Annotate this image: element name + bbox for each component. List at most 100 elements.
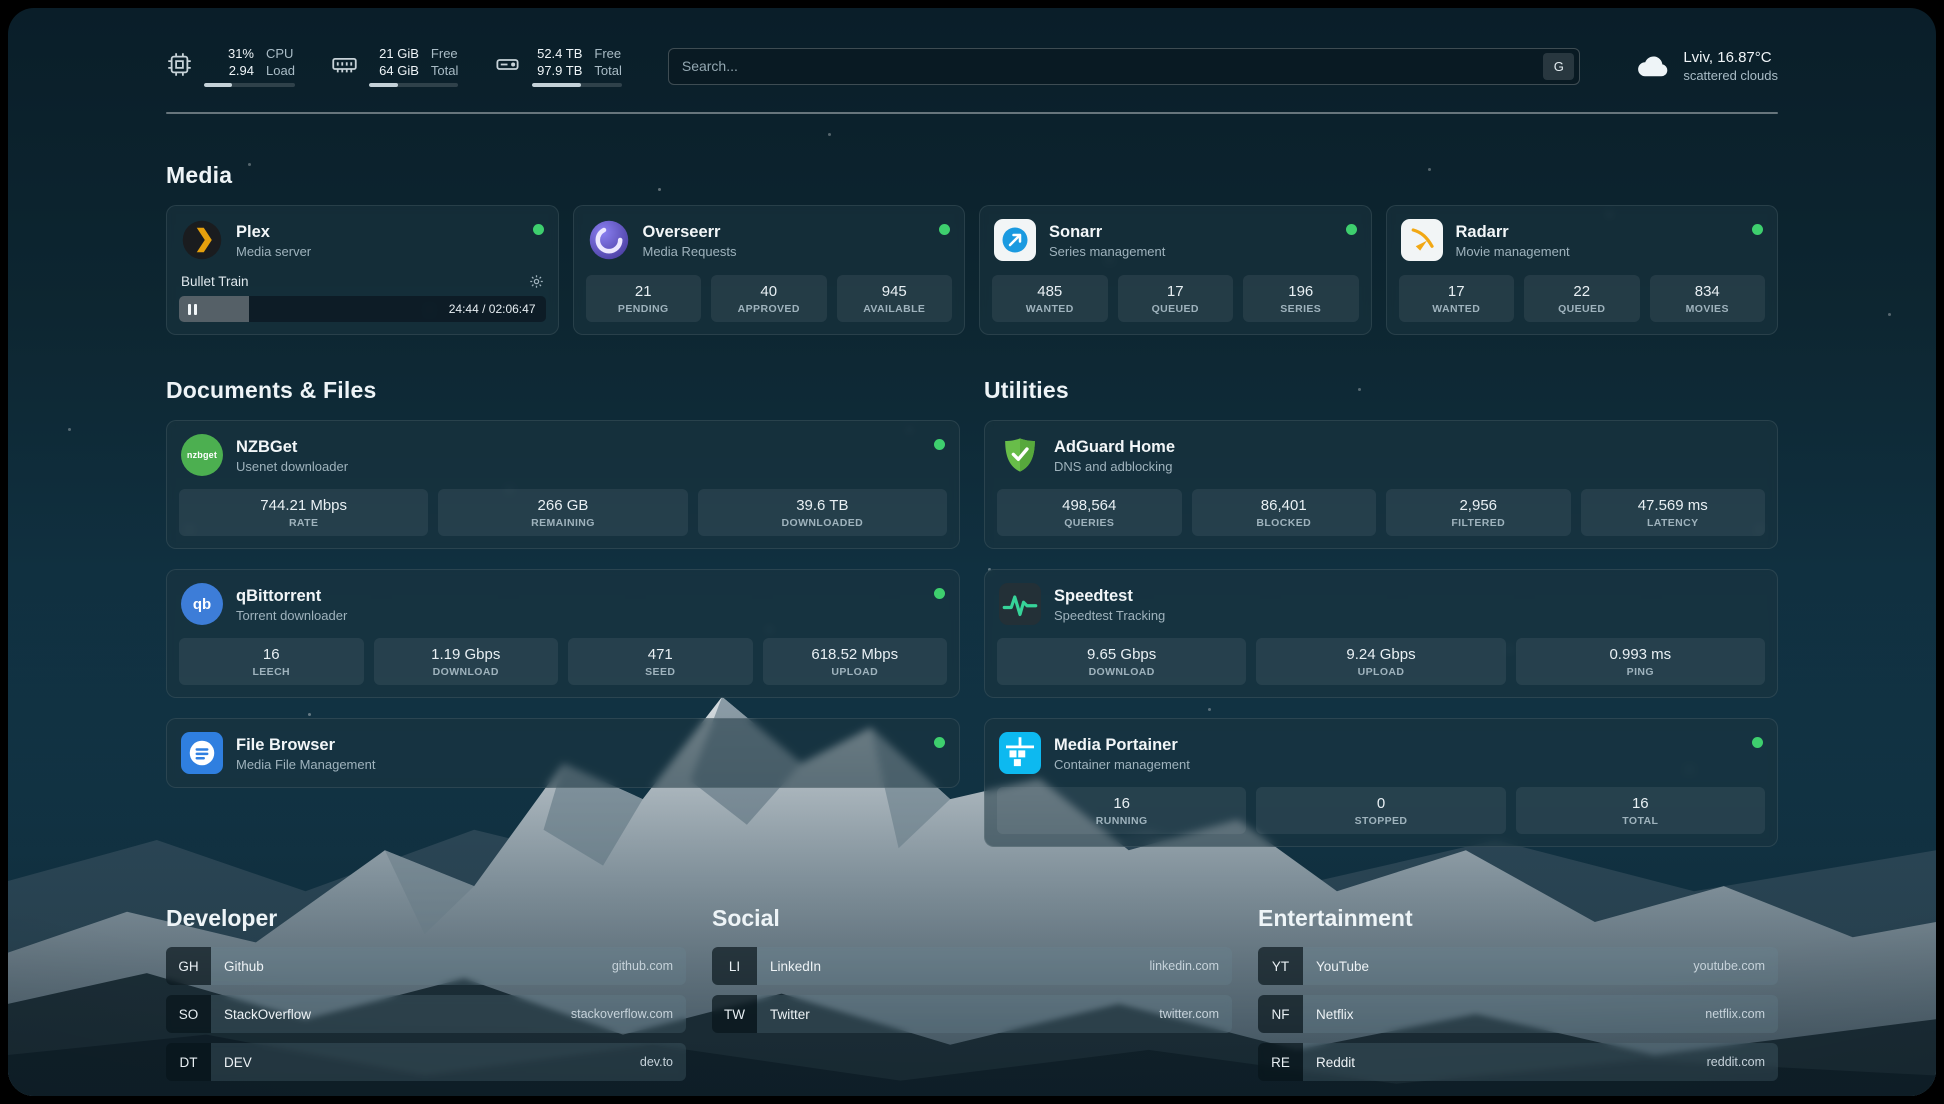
stat-label: MOVIES: [1654, 303, 1762, 315]
bookmark-url: netflix.com: [1705, 1007, 1765, 1021]
bookmark-name: Github: [224, 959, 264, 974]
app-name: NZBGet: [236, 437, 348, 458]
app-name: Plex: [236, 222, 311, 243]
cpu-progress-bar: [204, 83, 295, 87]
qbittorrent-icon: qb: [181, 583, 223, 625]
stat-label: LATENCY: [1585, 517, 1762, 529]
playback-progress-bar[interactable]: 24:44 / 02:06:47: [179, 296, 546, 322]
app-name: Sonarr: [1049, 222, 1165, 243]
stat-value: 9.24 Gbps: [1260, 646, 1501, 663]
section-title-documents: Documents & Files: [166, 377, 960, 404]
stat: 39.6 TBDOWNLOADED: [698, 489, 947, 536]
stat-value: 618.52 Mbps: [767, 646, 944, 663]
resource-widgets: 31%CPU 2.94Load 21 GiBFree 64 GiBTotal: [166, 45, 622, 87]
bookmark-dev[interactable]: DT DEVdev.to: [166, 1043, 686, 1081]
status-dot: [934, 737, 945, 748]
service-card-filebrowser[interactable]: File Browser Media File Management: [166, 718, 960, 788]
speedtest-icon: [999, 583, 1041, 625]
bookmark-name: Twitter: [770, 1007, 810, 1022]
bookmark-abbr: YT: [1258, 947, 1303, 985]
portainer-icon: [999, 732, 1041, 774]
stat-label: REMAINING: [442, 517, 683, 529]
bookmark-netflix[interactable]: NF Netflixnetflix.com: [1258, 995, 1778, 1033]
stat: 47.569 ms LATENCY: [1581, 489, 1766, 536]
stat-label: PING: [1520, 666, 1761, 678]
service-card-nzbget[interactable]: nzbget NZBGet Usenet downloader 744.21 M…: [166, 420, 960, 549]
bookmark-url: stackoverflow.com: [571, 1007, 673, 1021]
app-desc: Speedtest Tracking: [1054, 608, 1165, 623]
section-media: Media Plex Media server: [166, 162, 1778, 335]
disk-total-value: 97.9 TB: [532, 62, 582, 79]
stat-value: 16: [1001, 795, 1242, 812]
service-card-plex[interactable]: Plex Media server Bullet Train: [166, 205, 559, 335]
service-card-adguard[interactable]: AdGuard Home DNS and adblocking 498,564Q…: [984, 420, 1778, 549]
bookmark-abbr: LI: [712, 947, 757, 985]
cpu-load-label: Load: [266, 62, 295, 79]
service-card-speedtest[interactable]: Speedtest Speedtest Tracking 9.65 GbpsDO…: [984, 569, 1778, 698]
stat: 618.52 MbpsUPLOAD: [763, 638, 948, 685]
stat: 40APPROVED: [711, 275, 827, 322]
disk-widget: 52.4 TBFree 97.9 TBTotal: [494, 45, 621, 87]
service-card-radarr[interactable]: Radarr Movie management 17WANTED 22QUEUE…: [1386, 205, 1779, 335]
app-name: AdGuard Home: [1054, 437, 1175, 458]
bookmark-name: LinkedIn: [770, 959, 821, 974]
overseerr-icon: [588, 219, 630, 261]
service-card-portainer[interactable]: Media Portainer Container management 16R…: [984, 718, 1778, 847]
stat: 471SEED: [568, 638, 753, 685]
stat-label: WANTED: [996, 303, 1104, 315]
search-input[interactable]: [682, 58, 1543, 74]
pause-icon[interactable]: [188, 304, 197, 315]
stat-label: TOTAL: [1520, 815, 1761, 827]
bookmark-name: YouTube: [1316, 959, 1369, 974]
bookmark-linkedin[interactable]: LI LinkedIn linkedin.com: [712, 947, 1232, 985]
radarr-icon: [1401, 219, 1443, 261]
bookmark-url: linkedin.com: [1150, 959, 1219, 973]
search-bar[interactable]: G: [668, 48, 1580, 85]
top-bar: 31%CPU 2.94Load 21 GiBFree 64 GiBTotal: [166, 42, 1778, 90]
stat-label: WANTED: [1403, 303, 1511, 315]
stat: 0.993 msPING: [1516, 638, 1765, 685]
app-name: Radarr: [1456, 222, 1570, 243]
bookmark-github[interactable]: GH Githubgithub.com: [166, 947, 686, 985]
stat: 17WANTED: [1399, 275, 1515, 322]
bookmark-twitter[interactable]: TW Twittertwitter.com: [712, 995, 1232, 1033]
stat-value: 47.569 ms: [1585, 497, 1762, 514]
app-desc: Series management: [1049, 244, 1165, 259]
service-card-sonarr[interactable]: Sonarr Series management 485WANTED 17QUE…: [979, 205, 1372, 335]
stat-label: QUERIES: [1001, 517, 1178, 529]
gear-icon[interactable]: [529, 274, 544, 289]
section-utilities: Utilities AdGuard Home DNS and adblockin…: [984, 377, 1778, 847]
bookmark-stackoverflow[interactable]: SO StackOverflowstackoverflow.com: [166, 995, 686, 1033]
bookmark-youtube[interactable]: YT YouTubeyoutube.com: [1258, 947, 1778, 985]
status-dot: [1752, 737, 1763, 748]
stat-value: 266 GB: [442, 497, 683, 514]
stat-value: 39.6 TB: [702, 497, 943, 514]
disk-total-label: Total: [594, 62, 621, 79]
stat-label: LEECH: [183, 666, 360, 678]
bookmark-abbr: NF: [1258, 995, 1303, 1033]
stat-value: 471: [572, 646, 749, 663]
section-title-utilities: Utilities: [984, 377, 1778, 404]
service-card-overseerr[interactable]: Overseerr Media Requests 21PENDING 40APP…: [573, 205, 966, 335]
stat-value: 22: [1528, 283, 1636, 300]
stat: 0STOPPED: [1256, 787, 1505, 834]
section-documents-files: Documents & Files nzbget NZBGet Usenet d…: [166, 377, 960, 788]
stat: 86,401BLOCKED: [1192, 489, 1377, 536]
stat-value: 16: [183, 646, 360, 663]
stat-label: BLOCKED: [1196, 517, 1373, 529]
app-desc: Usenet downloader: [236, 459, 348, 474]
service-card-qbittorrent[interactable]: qb qBittorrent Torrent downloader 16LEEC…: [166, 569, 960, 698]
stat-label: DOWNLOAD: [378, 666, 555, 678]
cpu-icon: [166, 51, 193, 78]
search-engine-button[interactable]: G: [1543, 53, 1574, 80]
stat-label: FILTERED: [1390, 517, 1567, 529]
status-dot: [939, 224, 950, 235]
bookmark-abbr: RE: [1258, 1043, 1303, 1081]
disk-free-value: 52.4 TB: [532, 45, 582, 62]
stat: 485WANTED: [992, 275, 1108, 322]
status-dot: [1752, 224, 1763, 235]
cloud-icon: [1634, 47, 1672, 85]
status-dot: [533, 224, 544, 235]
bookmark-name: StackOverflow: [224, 1007, 311, 1022]
bookmark-reddit[interactable]: RE Redditreddit.com: [1258, 1043, 1778, 1081]
